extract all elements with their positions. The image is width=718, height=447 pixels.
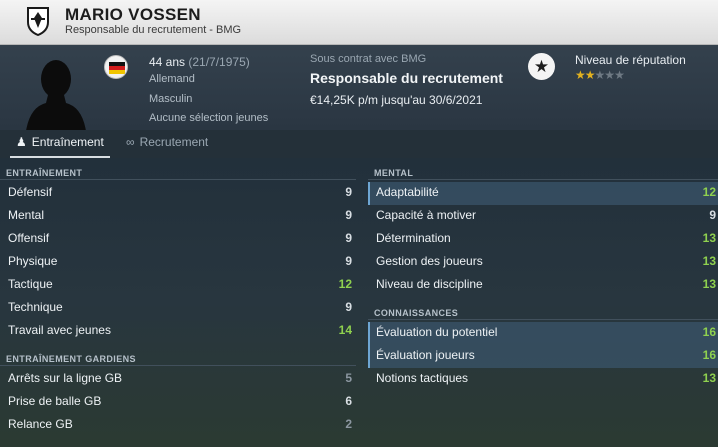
attribute-label: Évaluation du potentiel (376, 325, 498, 339)
attribute-label: Travail avec jeunes (8, 323, 111, 337)
attribute-value: 14 (338, 323, 352, 337)
contract-club[interactable]: Sous contrat avec BMG (310, 53, 426, 65)
star-empty-icon: ★ (594, 68, 606, 82)
avatar (26, 60, 86, 131)
attribute-row[interactable]: Niveau de discipline 13 (368, 274, 718, 297)
age: 44 ans (149, 55, 186, 69)
section-knowledge-title: CONNAISSANCES (368, 306, 718, 320)
attribute-row[interactable]: Adaptabilité 12 (368, 182, 718, 205)
attribute-value: 9 (709, 208, 716, 222)
youth-caps: Aucune sélection jeunes (149, 112, 269, 124)
attribute-label: Mental (8, 208, 45, 222)
profile-info-strip: 44 ans (21/7/1975) Allemand Masculin Auc… (0, 45, 718, 131)
attribute-row[interactable]: Détermination 13 (368, 228, 718, 251)
reputation-star-icon: ★ (528, 53, 555, 80)
reputation-label: Niveau de réputation (575, 53, 686, 67)
left-attributes-panel: ENTRAÎNEMENT Défensif 9 Mental 9 Offensif 9 Ph… (0, 166, 356, 437)
attribute-label: Défensif (8, 185, 53, 199)
attribute-row[interactable]: Évaluation du potentiel 16 (368, 322, 718, 345)
attribute-value: 9 (345, 208, 352, 222)
attribute-value: 12 (702, 185, 716, 199)
attribute-row[interactable]: Physique 9 (0, 251, 356, 274)
tab-scouting-label: Recrutement (139, 135, 209, 149)
attribute-label: Physique (8, 254, 58, 268)
mental-attributes-list: Adaptabilité 12 Capacité à motiver 9 Détermi… (368, 182, 718, 297)
nationality: Allemand (149, 73, 195, 85)
attribute-row[interactable]: Notions tactiques 13 (368, 368, 718, 391)
attribute-row[interactable]: Offensif 9 (0, 228, 356, 251)
staff-name: MARIO VOSSEN (65, 5, 201, 24)
attribute-row[interactable]: Tactique 12 (0, 274, 356, 297)
attribute-value: 2 (345, 417, 352, 431)
reputation-stars: ★★★★★ (575, 68, 625, 82)
staff-role-subtitle: Responsable du recrutement - BMG (65, 24, 242, 36)
contract-role: Responsable du recrutement (310, 70, 503, 86)
attribute-value: 9 (345, 254, 352, 268)
attribute-row[interactable]: Relance GB 2 (0, 414, 356, 437)
attribute-value: 9 (345, 185, 352, 199)
attribute-label: Niveau de discipline (376, 277, 483, 291)
section-mental-title: MENTAL (368, 166, 718, 180)
tab-training[interactable]: ♟ Entraînement (10, 134, 110, 158)
training-attributes-list: Défensif 9 Mental 9 Offensif 9 Physique 9 Tactiq… (0, 182, 356, 343)
attribute-label: Adaptabilité (376, 185, 439, 199)
club-crest-icon[interactable] (25, 6, 51, 36)
attribute-value: 16 (702, 348, 716, 362)
attribute-label: Offensif (8, 231, 50, 245)
attribute-value: 5 (345, 371, 352, 385)
nationality-flag-icon[interactable] (104, 55, 128, 79)
attribute-label: Détermination (376, 231, 451, 245)
attribute-row[interactable]: Gestion des joueurs 13 (368, 251, 718, 274)
right-attributes-panel: MENTAL Adaptabilité 12 Capacité à motiver 9… (368, 166, 718, 391)
star-empty-icon: ★ (614, 68, 625, 82)
attribute-row[interactable]: Évaluation joueurs 16 (368, 345, 718, 368)
attribute-row[interactable]: Technique 9 (0, 297, 356, 320)
attribute-value: 13 (702, 371, 716, 385)
goalkeeping-attributes-list: Arrêts sur la ligne GB 5 Prise de balle GB… (0, 368, 356, 437)
attribute-label: Tactique (8, 277, 53, 291)
star-filled-icon: ★ (575, 68, 586, 82)
attribute-row[interactable]: Défensif 9 (0, 182, 356, 205)
attribute-row[interactable]: Capacité à motiver 9 (368, 205, 718, 228)
contract-wage: €14,25K p/m jusqu'au 30/6/2021 (310, 93, 483, 107)
attribute-value: 9 (345, 231, 352, 245)
attribute-label: Technique (8, 300, 63, 314)
attribute-row[interactable]: Prise de balle GB 6 (0, 391, 356, 414)
date-of-birth: (21/7/1975) (188, 55, 250, 69)
star-filled-icon: ★ (584, 68, 596, 82)
attribute-value: 13 (702, 254, 716, 268)
attribute-label: Prise de balle GB (8, 394, 102, 408)
attribute-label: Notions tactiques (376, 371, 469, 385)
profile-header: MARIO VOSSEN Responsable du recrutement … (0, 0, 718, 45)
trainer-icon: ♟ (16, 135, 27, 149)
tab-bar: ♟ Entraînement ∞ Recrutement (0, 130, 718, 158)
attribute-value: 13 (702, 277, 716, 291)
attribute-row[interactable]: Travail avec jeunes 14 (0, 320, 356, 343)
attribute-label: Relance GB (8, 417, 73, 431)
section-training-title: ENTRAÎNEMENT (0, 166, 356, 180)
attribute-value: 9 (345, 300, 352, 314)
star-empty-icon: ★ (604, 68, 615, 82)
tab-scouting[interactable]: ∞ Recrutement (120, 134, 214, 158)
attribute-label: Arrêts sur la ligne GB (8, 371, 123, 385)
age-line: 44 ans (21/7/1975) (149, 55, 250, 69)
attribute-value: 13 (702, 231, 716, 245)
section-goalkeeping-title: ENTRAÎNEMENT GARDIENS (0, 352, 356, 366)
attribute-value: 16 (702, 325, 716, 339)
attribute-value: 6 (345, 394, 352, 408)
knowledge-attributes-list: Évaluation du potentiel 16 Évaluation joue… (368, 322, 718, 391)
attribute-label: Gestion des joueurs (376, 254, 483, 268)
attribute-label: Capacité à motiver (376, 208, 477, 222)
gender: Masculin (149, 93, 193, 105)
binoculars-icon: ∞ (126, 135, 135, 149)
attribute-row[interactable]: Mental 9 (0, 205, 356, 228)
tab-training-label: Entraînement (31, 135, 104, 149)
attribute-row[interactable]: Arrêts sur la ligne GB 5 (0, 368, 356, 391)
attribute-label: Évaluation joueurs (376, 348, 475, 362)
attribute-value: 12 (338, 277, 352, 291)
attributes-content: ENTRAÎNEMENT Défensif 9 Mental 9 Offensif 9 Ph… (0, 158, 718, 447)
